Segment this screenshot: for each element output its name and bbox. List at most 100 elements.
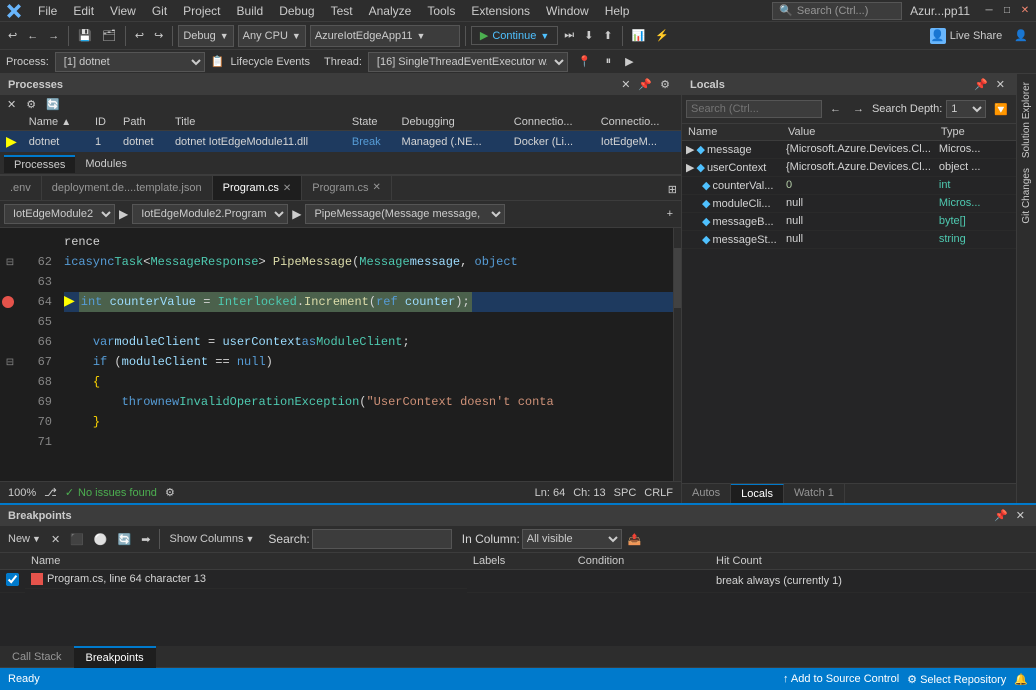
menu-analyze[interactable]: Analyze: [361, 2, 420, 20]
locals-back-btn[interactable]: ←: [826, 98, 845, 120]
pause-button[interactable]: ⏸: [602, 51, 616, 73]
local-row-usercontext[interactable]: ▶◆userContext {Microsoft.Azure.Devices.C…: [682, 159, 1016, 177]
local-row-messagestr[interactable]: ◆messageSt... null string: [682, 231, 1016, 249]
tab-program-cs-1[interactable]: Program.cs ✕: [213, 176, 303, 200]
locals-close-btn[interactable]: ✕: [993, 77, 1008, 92]
bp-export-button[interactable]: 📤: [624, 532, 646, 547]
bp-disable-button[interactable]: ⚪: [90, 532, 112, 547]
menu-project[interactable]: Project: [175, 2, 228, 20]
live-share-button[interactable]: 👤 Live Share: [924, 26, 1009, 46]
show-columns-button[interactable]: Show Columns ▼: [165, 532, 258, 546]
menu-window[interactable]: Window: [538, 2, 597, 20]
select-repository-button[interactable]: ⚙ Select Repository: [907, 673, 1006, 686]
menu-build[interactable]: Build: [229, 2, 272, 20]
perf-button[interactable]: ⚡: [651, 25, 673, 47]
menu-extensions[interactable]: Extensions: [463, 2, 538, 20]
split-editor-button[interactable]: ⊞: [664, 178, 681, 200]
global-search-box[interactable]: 🔍 Search (Ctrl...): [772, 2, 902, 20]
menu-test[interactable]: Test: [323, 2, 361, 20]
step-into-button[interactable]: ⬇: [580, 25, 597, 47]
processes-settings-btn[interactable]: ⚙: [23, 97, 39, 112]
menu-debug[interactable]: Debug: [271, 2, 322, 20]
menu-git[interactable]: Git: [144, 2, 175, 20]
project-dropdown[interactable]: AzureIotEdgeApp11 ▼: [310, 25, 460, 47]
code-content[interactable]: ⊟ ⊟: [0, 228, 681, 481]
save-all-button[interactable]: 🗂: [98, 25, 120, 47]
local-row-counterval[interactable]: ◆counterVal... 0 int: [682, 177, 1016, 195]
processes-close-btn[interactable]: ✕: [618, 77, 633, 92]
fold-icon-62[interactable]: ⊟: [6, 257, 14, 268]
minimize-button[interactable]: ─: [982, 4, 996, 18]
method-breadcrumb[interactable]: PipeMessage(Message message,: [305, 204, 505, 224]
processes-pin-btn[interactable]: 📌: [635, 77, 655, 92]
locals-search-input[interactable]: [686, 100, 822, 118]
undo2-button[interactable]: ↪: [150, 25, 167, 47]
menu-file[interactable]: File: [30, 2, 65, 20]
bottom-tab-breakpoints[interactable]: Breakpoints: [74, 646, 156, 668]
debug-location-button[interactable]: 📍: [574, 51, 596, 73]
bp-pin-btn[interactable]: 📌: [991, 508, 1011, 523]
nav-forward-button[interactable]: →: [44, 25, 63, 47]
bp-row[interactable]: Program.cs, line 64 character 13 break a…: [0, 570, 1036, 593]
bp-in-col-select[interactable]: All visible: [522, 529, 622, 549]
bp-goto-button[interactable]: ➡: [137, 532, 154, 547]
git-changes-rail[interactable]: Git Changes: [1019, 164, 1034, 228]
redo-button[interactable]: ↩: [131, 25, 148, 47]
subtab-processes[interactable]: Processes: [4, 155, 75, 173]
step-out-button[interactable]: ⬆: [599, 25, 616, 47]
menu-view[interactable]: View: [102, 2, 144, 20]
undo-button[interactable]: ↩: [4, 25, 21, 47]
tab-close-icon[interactable]: ✕: [283, 183, 291, 194]
locals-tab-locals[interactable]: Locals: [731, 484, 784, 503]
tab-close-icon-2[interactable]: ✕: [373, 182, 381, 193]
solution-explorer-rail[interactable]: Solution Explorer: [1019, 78, 1034, 162]
thread-dropdown[interactable]: [16] SingleThreadEventExecutor w...: [368, 52, 568, 72]
tab-env[interactable]: .env: [0, 176, 42, 200]
tab-deployment[interactable]: deployment.de....template.json: [42, 176, 213, 200]
subtab-modules[interactable]: Modules: [75, 156, 137, 172]
save-button[interactable]: 💾: [74, 25, 96, 47]
locals-tab-watch1[interactable]: Watch 1: [784, 484, 845, 503]
maximize-button[interactable]: □: [1000, 4, 1014, 18]
local-row-message[interactable]: ▶◆message {Microsoft.Azure.Devices.Cl...…: [682, 141, 1016, 159]
depth-select[interactable]: 1: [946, 100, 986, 118]
expand-usercontext[interactable]: ▶: [686, 162, 694, 174]
menu-edit[interactable]: Edit: [65, 2, 102, 20]
project-breadcrumb[interactable]: IotEdgeModule2: [4, 204, 115, 224]
bp-search-input[interactable]: [312, 529, 452, 549]
processes-refresh-btn[interactable]: 🔄: [43, 97, 63, 112]
breakpoint-indicator-64[interactable]: [2, 296, 14, 308]
process-row[interactable]: ▶ dotnet 1 dotnet dotnet IotEdgeModule11…: [0, 131, 681, 153]
step-over-button[interactable]: ⏭: [560, 25, 578, 47]
class-breadcrumb[interactable]: IotEdgeModule2.Program: [132, 204, 288, 224]
locals-filter-btn[interactable]: 🔽: [990, 98, 1012, 120]
local-row-messagebytes[interactable]: ◆messageB... null byte[]: [682, 213, 1016, 231]
processes-options-btn[interactable]: ⚙: [657, 77, 673, 92]
locals-pin-btn[interactable]: 📌: [971, 77, 991, 92]
bp-new-button[interactable]: New ▼: [4, 532, 45, 546]
resume-button[interactable]: ▶: [621, 51, 637, 73]
bp-checkbox[interactable]: [6, 573, 19, 586]
bp-close-btn[interactable]: ✕: [1013, 508, 1028, 523]
continue-button[interactable]: ▶ Continue ▼: [471, 26, 558, 45]
local-row-moduleclient[interactable]: ◆moduleCli... null Micros...: [682, 195, 1016, 213]
add-watch-button[interactable]: +: [663, 203, 677, 225]
process-dropdown[interactable]: [1] dotnet: [55, 52, 205, 72]
expand-message[interactable]: ▶: [686, 144, 694, 156]
locals-tab-autos[interactable]: Autos: [682, 484, 731, 503]
nav-back-button[interactable]: ←: [23, 25, 42, 47]
bp-delete-button[interactable]: ✕: [47, 532, 64, 547]
locals-fwd-btn[interactable]: →: [849, 98, 868, 120]
debug-mode-dropdown[interactable]: Debug ▼: [178, 25, 233, 47]
menu-tools[interactable]: Tools: [419, 2, 463, 20]
bp-refresh-button[interactable]: 🔄: [114, 532, 136, 547]
tab-program-cs-2[interactable]: Program.cs ✕: [302, 176, 392, 200]
cpu-mode-dropdown[interactable]: Any CPU ▼: [238, 25, 306, 47]
bp-enable-all-button[interactable]: ⬛: [66, 532, 88, 547]
bottom-tab-callstack[interactable]: Call Stack: [0, 646, 74, 668]
processes-detach-btn[interactable]: ✕: [4, 97, 19, 112]
menu-help[interactable]: Help: [597, 2, 638, 20]
close-button[interactable]: ✕: [1018, 4, 1032, 18]
add-source-control-button[interactable]: ↑ Add to Source Control: [783, 673, 899, 685]
account-button[interactable]: 👤: [1010, 25, 1032, 47]
